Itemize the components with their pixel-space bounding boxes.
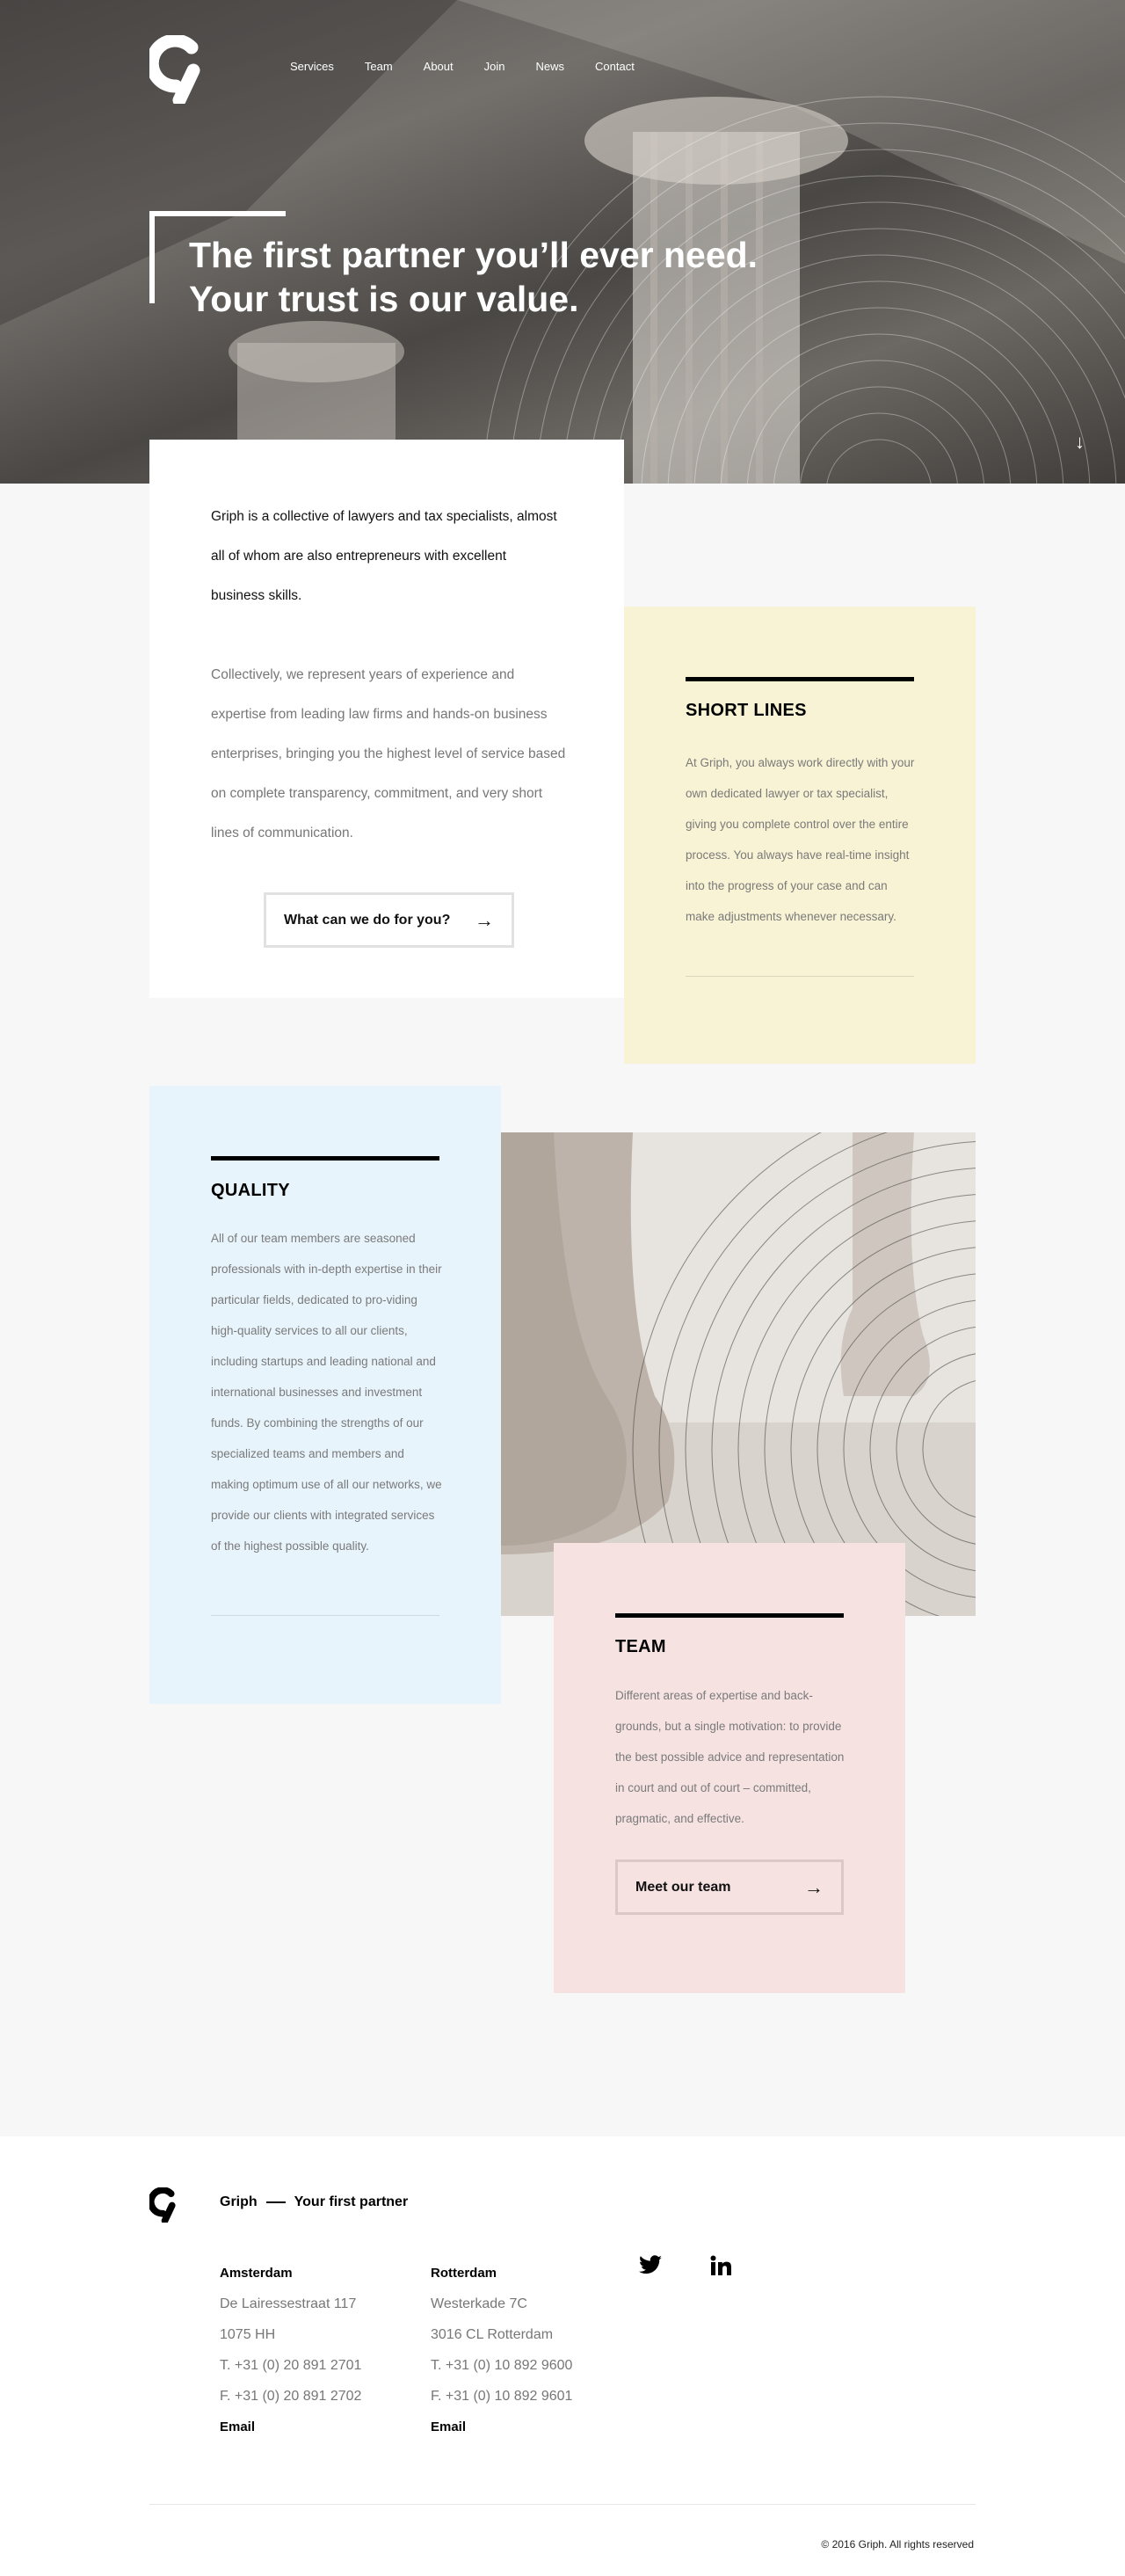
team-block: TEAM Different areas of expertise and ba… (554, 1543, 905, 1993)
nav-services[interactable]: Services (290, 60, 334, 73)
hero: Services Team About Join News Contact Th… (0, 0, 1125, 484)
arrow-down-icon[interactable]: ↓ (1075, 431, 1085, 454)
short-lines-text: At Griph, you always work directly with … (686, 756, 915, 923)
twitter-icon[interactable] (639, 2255, 662, 2274)
quality-text: All of our team members are seasoned pro… (211, 1232, 442, 1553)
team-bar (615, 1613, 844, 1618)
rotterdam-postal: 3016 CL Rotterdam (431, 2327, 554, 2342)
footer-brand-name: Griph (220, 2194, 258, 2209)
main-nav: Services Team About Join News Contact (290, 60, 665, 73)
quality-bar (211, 1156, 439, 1161)
quality-block: QUALITY All of our team members are seas… (149, 1086, 501, 1704)
footer-brand: Griph Your first partner (220, 2194, 408, 2210)
intro-lead: Griph is a collective of lawyers and tax… (211, 509, 557, 603)
what-can-we-do-button[interactable]: What can we do for you? → (264, 892, 514, 948)
arrow-right-icon: → (475, 908, 494, 931)
what-can-we-do-label: What can we do for you? (284, 912, 451, 928)
amsterdam-phone[interactable]: T. +31 (0) 20 891 2701 (220, 2350, 361, 2381)
team-title: TEAM (615, 1637, 666, 1656)
amsterdam-city: Amsterdam (220, 2266, 293, 2281)
hero-title: The first partner you’ll ever need. Your… (189, 233, 892, 321)
quality-title: QUALITY (211, 1181, 290, 1200)
griph-logo[interactable] (149, 35, 204, 104)
meet-our-team-label: Meet our team (635, 1879, 731, 1895)
linkedin-icon[interactable] (710, 2255, 731, 2276)
rotterdam-street: Westerkade 7C (431, 2296, 527, 2311)
nav-contact[interactable]: Contact (595, 60, 635, 73)
short-lines-divider (686, 976, 914, 977)
brand-dash (265, 2201, 286, 2203)
amsterdam-fax: F. +31 (0) 20 891 2702 (220, 2389, 362, 2404)
nav-join[interactable]: Join (484, 60, 505, 73)
nav-team[interactable]: Team (365, 60, 393, 73)
hero-title-line1: The first partner you’ll ever need. (189, 235, 758, 275)
short-lines-block: SHORT LINES At Griph, you always work di… (624, 607, 976, 1064)
short-lines-title: SHORT LINES (686, 701, 807, 720)
team-text: Different areas of expertise and back-gr… (615, 1689, 845, 1825)
footer: Griph Your first partner Amsterdam De Lai… (0, 2136, 1125, 2576)
footer-divider (149, 2504, 976, 2505)
nav-news[interactable]: News (536, 60, 565, 73)
quality-divider (211, 1615, 439, 1616)
amsterdam-street: De Lairessestraat 117 (220, 2296, 357, 2311)
arrow-right-icon: → (804, 1875, 824, 1898)
short-lines-bar (686, 677, 914, 681)
amsterdam-email-link[interactable]: Email (220, 2412, 361, 2442)
intro-card: Griph is a collective of lawyers and tax… (149, 440, 624, 998)
nav-about[interactable]: About (424, 60, 454, 73)
amsterdam-office: Amsterdam De Lairessestraat 117 1075 HH … (220, 2258, 361, 2442)
rotterdam-phone[interactable]: T. +31 (0) 10 892 9600 (431, 2350, 572, 2381)
rotterdam-city: Rotterdam (431, 2266, 497, 2281)
amsterdam-postal: 1075 HH (220, 2327, 276, 2342)
footer-logo[interactable] (149, 2187, 178, 2223)
footer-tagline: Your first partner (294, 2194, 409, 2209)
rotterdam-office: Rotterdam Westerkade 7C 3016 CL Rotterda… (431, 2258, 572, 2442)
intro-body: Collectively, we represent years of expe… (211, 667, 566, 840)
hero-title-line2: Your trust is our value. (189, 279, 579, 319)
meet-our-team-button[interactable]: Meet our team → (615, 1859, 844, 1915)
rotterdam-email-link[interactable]: Email (431, 2412, 572, 2442)
copyright: © 2016 Griph. All rights reserved (821, 2538, 974, 2551)
rotterdam-fax: F. +31 (0) 10 892 9601 (431, 2389, 573, 2404)
